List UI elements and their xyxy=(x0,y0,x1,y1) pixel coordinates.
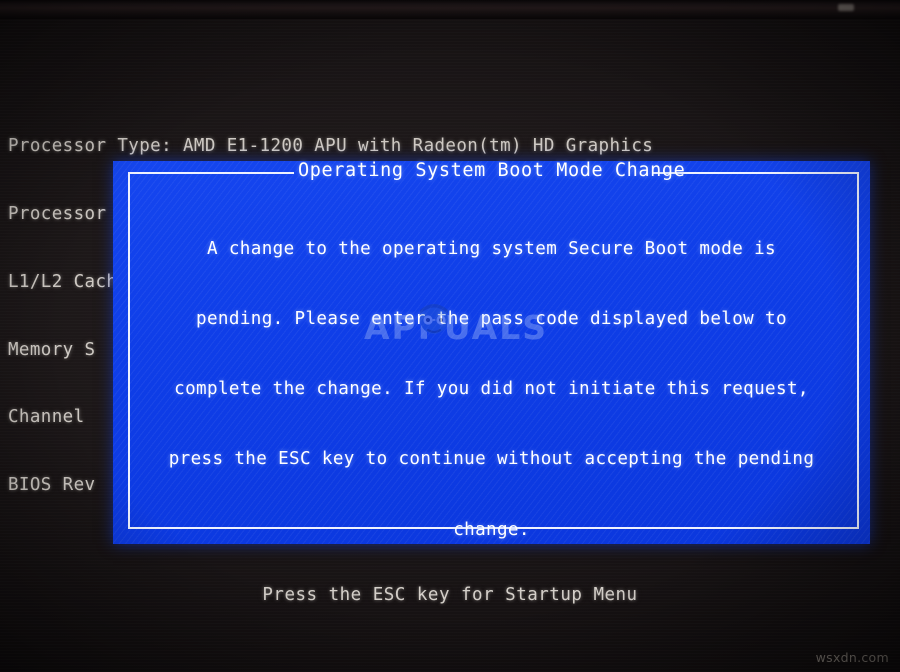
dialog-message-line-4: press the ESC key to continue without ac… xyxy=(168,449,815,470)
bezel-glint xyxy=(838,4,854,11)
secure-boot-change-dialog: Operating System Boot Mode Change A chan… xyxy=(113,160,870,544)
laptop-bezel-top xyxy=(0,0,900,19)
dialog-message-line-3: complete the change. If you did not init… xyxy=(174,379,809,400)
startup-menu-hint: Press the ESC key for Startup Menu xyxy=(262,585,638,605)
dialog-title: Operating System Boot Mode Change xyxy=(298,160,686,181)
spacer-after-message xyxy=(121,612,862,635)
dialog-message-line-1: A change to the operating system Secure … xyxy=(206,238,776,259)
dialog-message-line-2: pending. Please enter the pass code disp… xyxy=(196,309,787,330)
dialog-message-line-5: change. xyxy=(453,519,530,540)
dialog-frame-rule-left xyxy=(130,172,294,174)
bios-screen-photo: Processor Type: AMD E1-1200 APU with Rad… xyxy=(0,0,900,672)
post-line-processor-type: Processor Type: AMD E1-1200 APU with Rad… xyxy=(8,136,654,157)
site-watermark: wsxdn.com xyxy=(815,650,889,665)
